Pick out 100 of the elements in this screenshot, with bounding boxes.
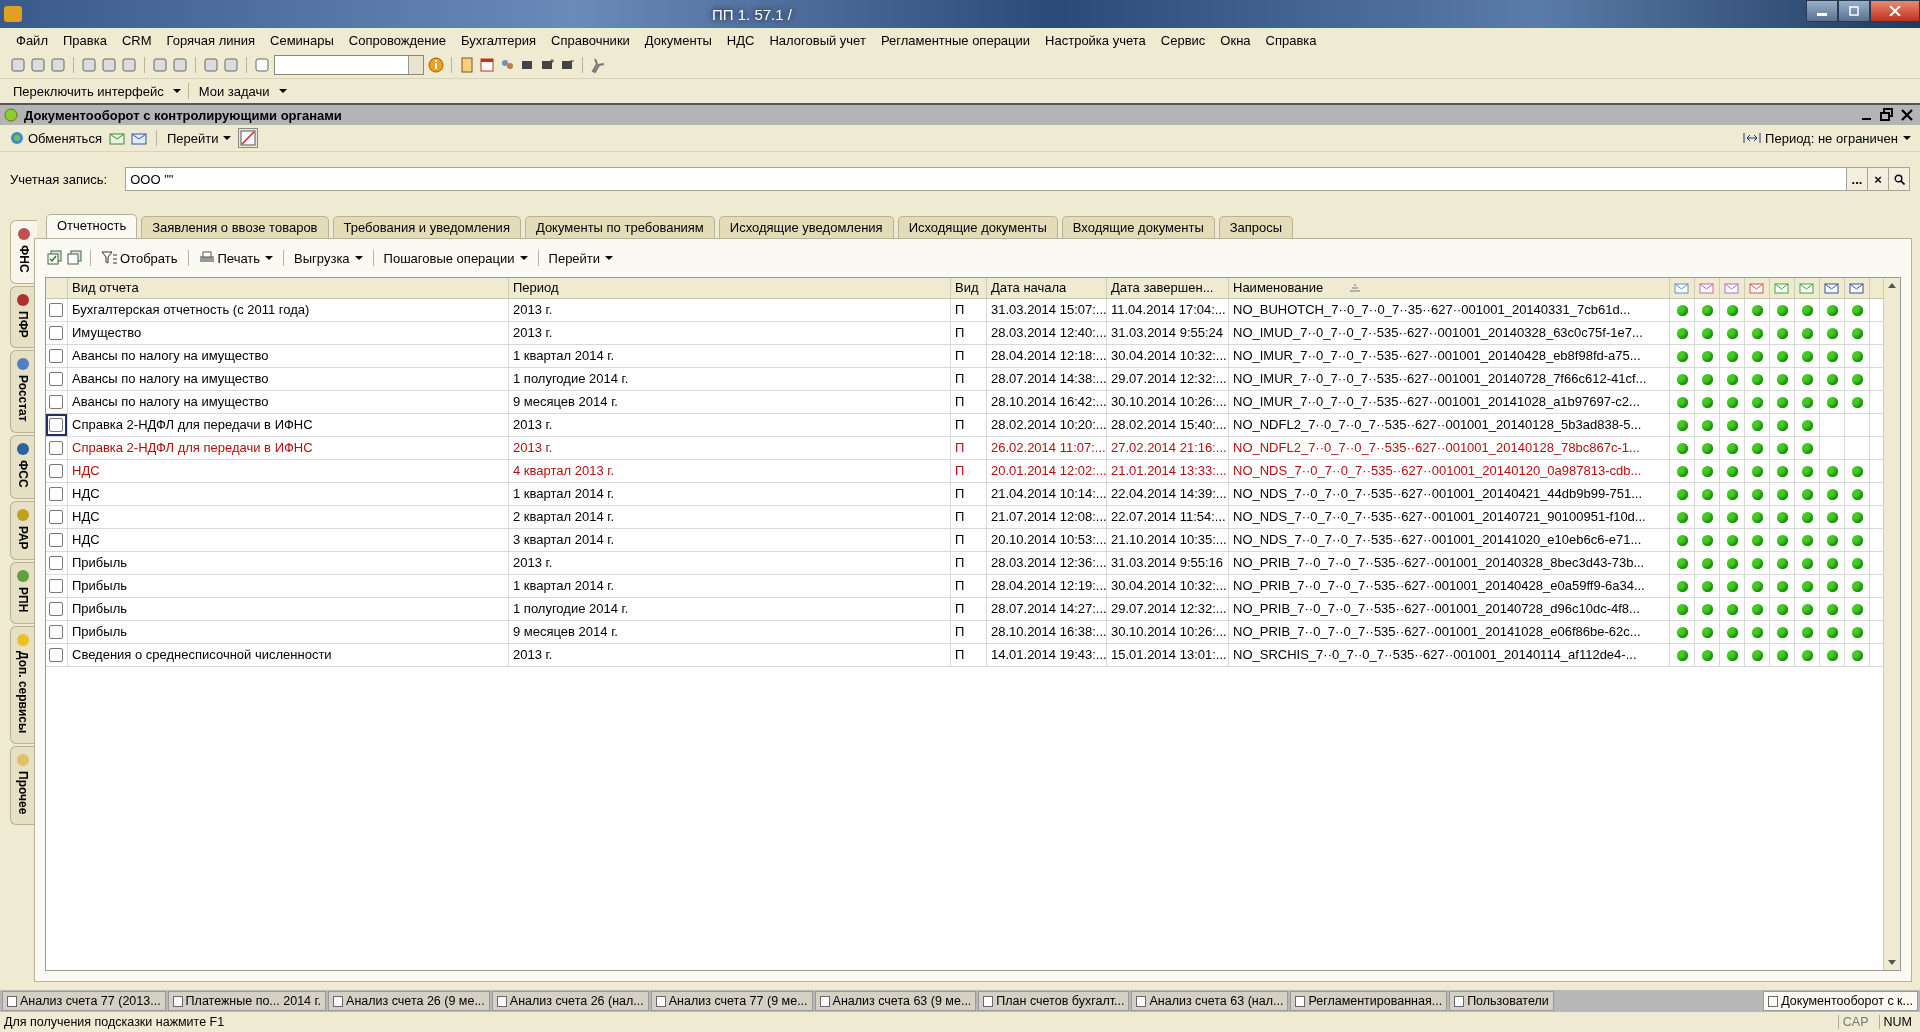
column-header[interactable]: Вид отчета (68, 278, 509, 298)
filter-button[interactable]: Отобрать (98, 249, 181, 267)
checkbox[interactable] (49, 464, 63, 478)
checkbox[interactable] (49, 349, 63, 363)
checkbox[interactable] (49, 625, 63, 639)
window-tab[interactable]: Анализ счета 77 (2013... (2, 991, 166, 1011)
side-tab[interactable]: РПН (10, 562, 34, 624)
checkbox[interactable] (49, 395, 63, 409)
menu-item[interactable]: CRM (119, 30, 154, 50)
exchange-button[interactable]: Обменяться (6, 129, 105, 147)
column-header[interactable]: Вид (951, 278, 987, 298)
check-all-icon[interactable] (47, 250, 63, 266)
close-button[interactable] (1870, 0, 1920, 22)
wrench-icon[interactable] (590, 57, 606, 73)
column-header[interactable]: Период (509, 278, 951, 298)
tab[interactable]: Заявления о ввозе товаров (141, 216, 329, 238)
maximize-button[interactable] (1838, 0, 1870, 22)
no-edit-icon[interactable] (238, 128, 259, 148)
tab[interactable]: Требования и уведомления (332, 216, 521, 238)
steps-button[interactable]: Пошаговые операции (380, 249, 531, 267)
panel-button[interactable]: Мои задачи (195, 82, 273, 100)
table-cell: 21.07.2014 12:08:... (987, 506, 1107, 528)
checkbox[interactable] (49, 418, 63, 432)
calendar-icon[interactable] (479, 57, 495, 73)
minimize-button[interactable] (1806, 0, 1838, 22)
table-cell: 30.04.2014 10:32:... (1107, 345, 1229, 367)
menu-item[interactable]: Справочники (549, 30, 632, 50)
menu-item[interactable]: Горячая линия (164, 30, 257, 50)
tab[interactable]: Запросы (1218, 216, 1294, 238)
goto-button[interactable]: Перейти (545, 249, 617, 267)
menu-item[interactable]: Семинары (268, 30, 336, 50)
menu-item[interactable]: Бухгалтерия (459, 30, 539, 50)
envelope-icon (1774, 282, 1790, 294)
menu-item[interactable]: Файл (14, 30, 50, 50)
tab[interactable]: Исходящие документы (897, 216, 1058, 238)
side-tab[interactable]: РАР (10, 500, 34, 561)
table-cell: Прибыль (68, 598, 509, 620)
checkbox[interactable] (49, 556, 63, 570)
receive-mail-icon[interactable] (108, 130, 127, 146)
window-tab[interactable]: Анализ счета 77 (9 ме... (650, 991, 813, 1011)
tab[interactable]: Входящие документы (1061, 216, 1215, 238)
field-button[interactable]: × (1867, 168, 1888, 190)
table-cell: НДС (68, 483, 509, 505)
close-icon[interactable] (1900, 108, 1914, 122)
menu-item[interactable]: Документы (642, 30, 714, 50)
checkbox[interactable] (49, 510, 63, 524)
checkbox[interactable] (49, 303, 63, 317)
table-cell: Справка 2-НДФЛ для передачи в ИФНС (68, 437, 509, 459)
search-button[interactable] (1888, 168, 1909, 190)
menu-item[interactable]: Настройка учета (1043, 30, 1148, 50)
window-tab[interactable]: Регламентированная... (1290, 991, 1448, 1011)
checkbox[interactable] (49, 533, 63, 547)
checkbox[interactable] (49, 602, 63, 616)
account-field[interactable]: ООО "" ... × (125, 167, 1910, 191)
window-tab[interactable]: Анализ счета 63 (9 ме... (814, 991, 977, 1011)
window-tab[interactable]: Пользователи (1449, 991, 1554, 1011)
menu-item[interactable]: НДС (724, 30, 757, 50)
side-tab[interactable]: ФСС (10, 435, 34, 499)
uncheck-all-icon[interactable] (67, 250, 83, 266)
menu-item[interactable]: Окна (1218, 30, 1253, 50)
window-tab[interactable]: Анализ счета 26 (нал... (491, 991, 649, 1011)
menu-item[interactable]: Справка (1263, 30, 1319, 50)
window-tab[interactable]: Платежные по... 2014 г. (167, 991, 327, 1011)
side-tab[interactable]: ПФР (10, 285, 34, 349)
menu-item[interactable]: Правка (60, 30, 109, 50)
send-mail-icon[interactable] (130, 130, 149, 146)
period-button[interactable]: Период: не ограничен (1739, 129, 1914, 147)
window-tab[interactable]: План счетов бухгалт... (978, 991, 1130, 1011)
checkbox[interactable] (49, 441, 63, 455)
column-header[interactable]: Дата завершен... (1107, 278, 1229, 298)
print-button[interactable]: Печать (195, 249, 277, 267)
side-tab[interactable]: Доп. сервисы (10, 625, 34, 744)
tab[interactable]: Документы по требованиям (524, 216, 715, 238)
goto-menu-button[interactable]: Перейти (163, 129, 235, 147)
calculator-icon[interactable] (459, 57, 475, 73)
search-field[interactable] (274, 55, 424, 75)
tab[interactable]: Отчетность (46, 214, 138, 238)
restore-icon[interactable] (1880, 108, 1894, 122)
info-icon[interactable] (428, 57, 444, 73)
window-tab[interactable]: Документооборот с к... (1763, 991, 1918, 1011)
column-header[interactable]: Наименование (1229, 278, 1670, 298)
export-button[interactable]: Выгрузка (291, 249, 366, 267)
window-tab[interactable]: Анализ счета 63 (нал... (1131, 991, 1289, 1011)
tab[interactable]: Исходящие уведомления (718, 216, 894, 238)
column-header[interactable]: Дата начала (987, 278, 1107, 298)
checkbox[interactable] (49, 579, 63, 593)
side-tab[interactable]: Росстат (10, 350, 34, 434)
checkbox[interactable] (49, 648, 63, 662)
checkbox[interactable] (49, 326, 63, 340)
checkbox[interactable] (49, 487, 63, 501)
window-tab[interactable]: Анализ счета 26 (9 ме... (328, 991, 490, 1011)
field-button[interactable]: ... (1846, 168, 1867, 190)
checkbox[interactable] (49, 372, 63, 386)
menu-item[interactable]: Сервис (1158, 30, 1208, 50)
scrollbar[interactable] (1883, 278, 1900, 970)
menu-item[interactable]: Налоговый учет (767, 30, 868, 50)
menu-item[interactable]: Сопровождение (346, 30, 448, 50)
panel-button[interactable]: Переключить интерфейс (10, 82, 167, 100)
menu-item[interactable]: Регламентные операции (878, 30, 1033, 50)
side-tab[interactable]: Прочее (10, 745, 34, 826)
